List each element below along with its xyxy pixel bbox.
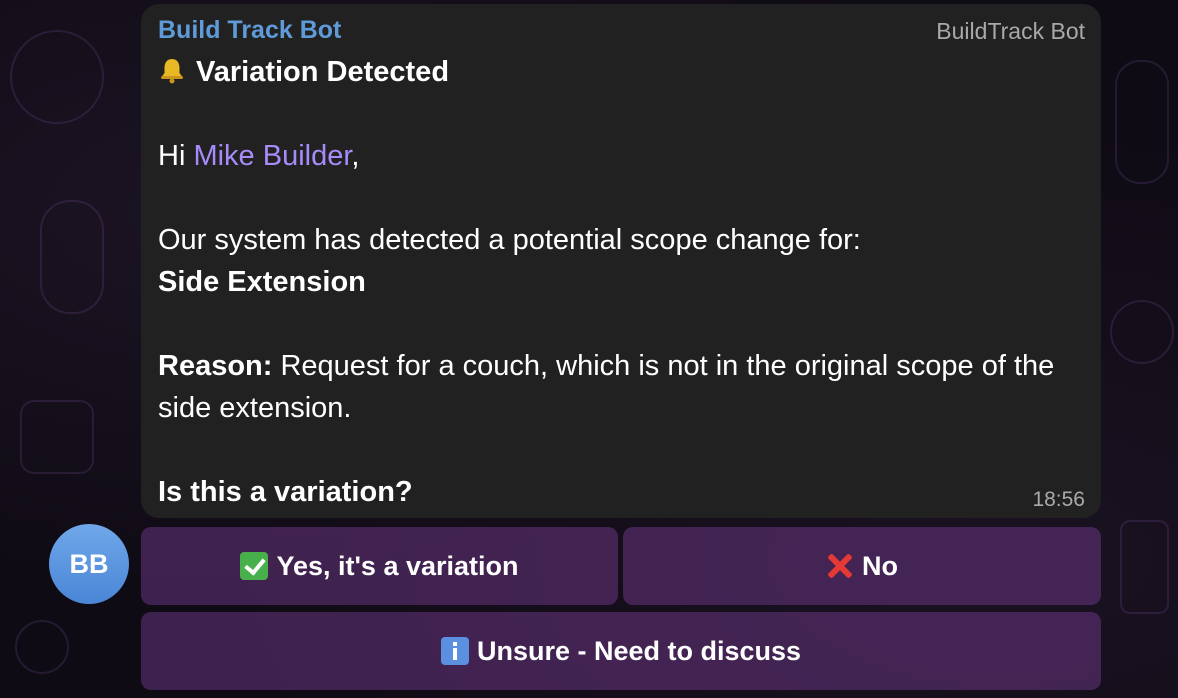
reason-detail: Request for a couch, which is not in the… [158,350,1055,424]
reason-text: Reason: Request for a couch, which is no… [158,345,1088,429]
background-doodle [20,400,94,474]
message-timestamp: 18:56 [1032,488,1085,511]
unsure-discuss-button[interactable]: Unsure - Need to discuss [141,612,1101,690]
avatar[interactable]: BB [49,524,129,604]
greeting-line: Hi Mike Builder, [158,135,1088,177]
intro-text: Our system has detected a potential scop… [158,224,861,256]
bot-via-label: BuildTrack Bot [936,18,1085,44]
message-heading: Variation Detected [158,51,1088,93]
project-name: Side Extension [158,266,366,298]
yes-variation-button[interactable]: Yes, it's a variation [141,527,618,605]
info-icon [440,637,469,665]
avatar-initials: BB [69,548,109,579]
background-doodle [10,30,104,124]
cross-mark-icon [826,552,854,580]
greeting-prefix: Hi [158,140,194,172]
heading-text: Variation Detected [196,56,450,88]
question-text: Is this a variation? [158,476,413,508]
background-doodle [1120,520,1169,614]
background-doodle [1110,300,1174,364]
no-label: No [862,550,898,581]
message-text: Variation Detected Hi Mike Builder, Our … [158,51,1088,513]
background-doodle [15,620,69,674]
yes-variation-label: Yes, it's a variation [276,550,519,581]
background-doodle [40,200,104,314]
unsure-discuss-label: Unsure - Need to discuss [476,635,802,666]
background-doodle [1115,60,1169,184]
message-bubble: Build Track Bot BuildTrack Bot Variation… [141,4,1101,518]
sender-name[interactable]: Build Track Bot [158,16,341,45]
check-mark-icon [240,552,269,580]
no-button[interactable]: No [623,527,1101,605]
greeting-suffix: , [351,140,360,172]
user-mention-link[interactable]: Mike Builder [193,140,351,172]
bell-icon [161,59,183,84]
reason-label: Reason: [158,350,273,382]
